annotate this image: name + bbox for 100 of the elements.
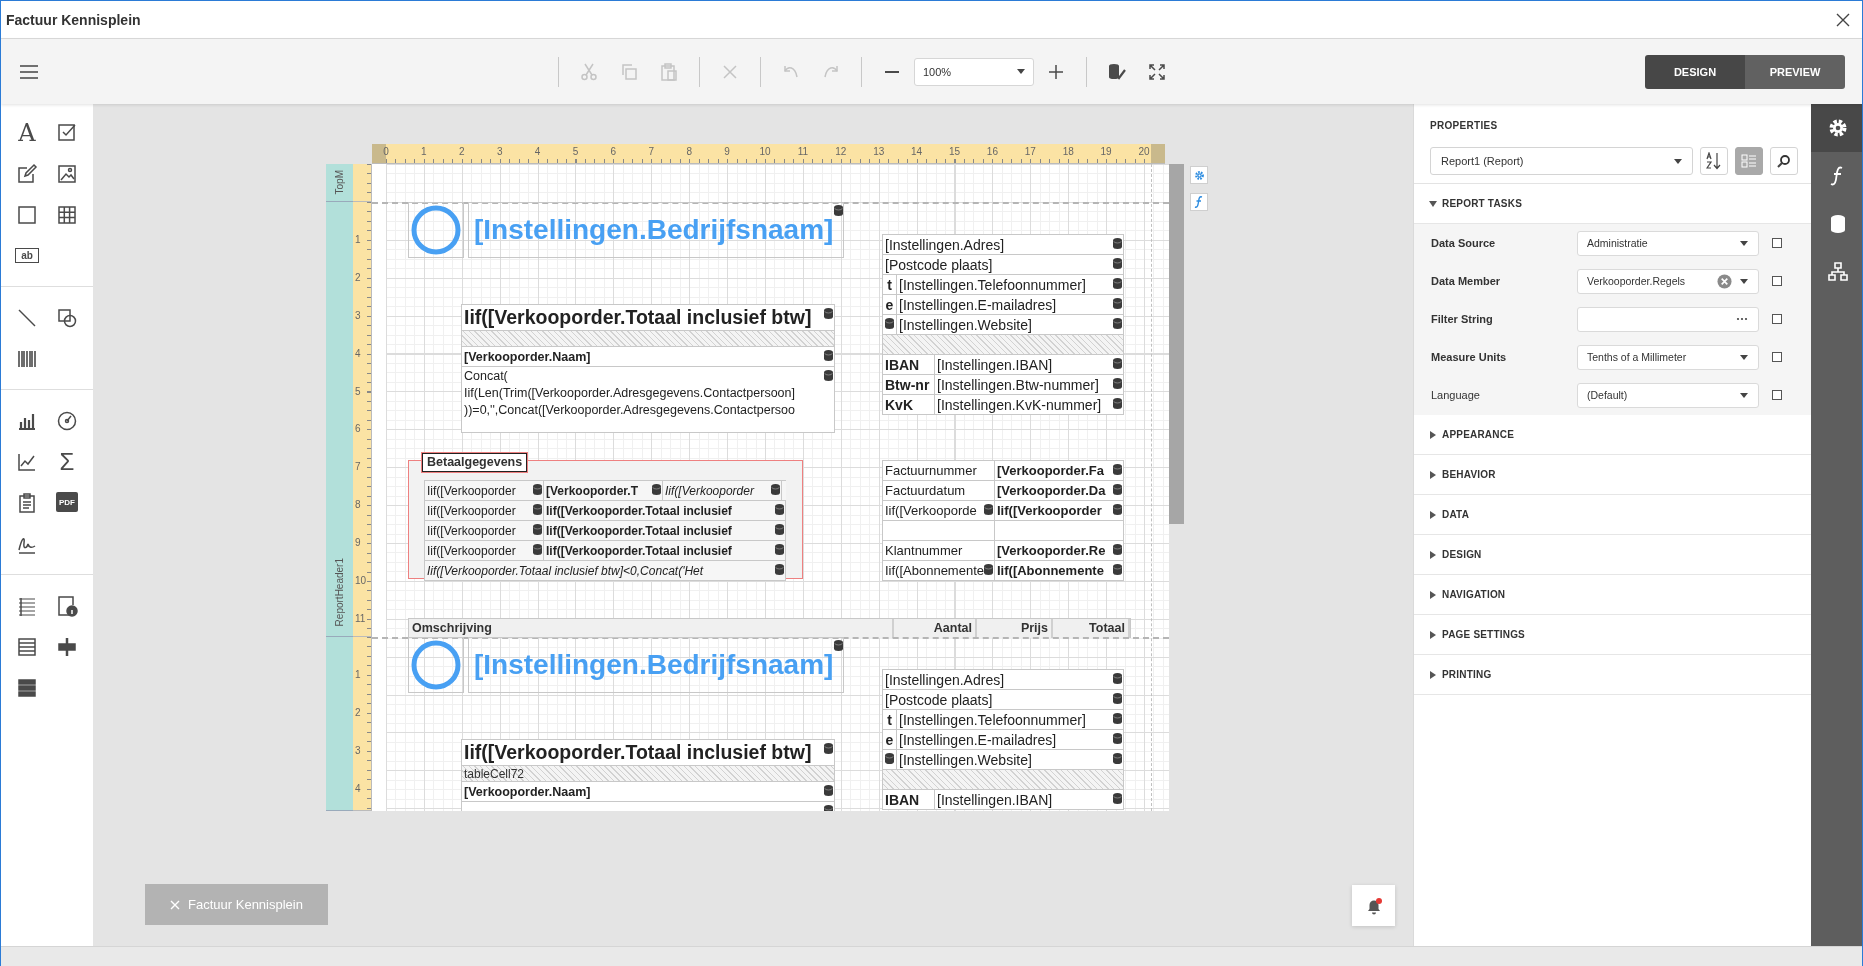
cell-text: Btw-nr [885, 376, 930, 393]
cell-text: [Instellingen.Website] [899, 751, 1032, 768]
caret-icon [1740, 240, 1748, 246]
dropdown-field[interactable]: Tenths of a Millimeter [1577, 344, 1759, 370]
cell-text: Iif([Verkooporder [427, 503, 516, 518]
ruler-number: 11 [355, 612, 366, 625]
cell-text: e [885, 296, 894, 313]
cell-text: Iif([Verkooporder.Totaal inclusief btw]<0,Concat('Het [427, 563, 704, 578]
side-tab[interactable] [1811, 104, 1862, 152]
rows-icon [16, 635, 38, 658]
property-label: Data Member [1431, 275, 1502, 287]
cell-text: Iif([Verkooporde [885, 503, 977, 518]
checkbox[interactable] [1772, 276, 1782, 286]
triangle-right-icon [1429, 630, 1437, 639]
ruler-number: 12 [834, 146, 848, 157]
ruler-number: 16 [985, 146, 999, 157]
zoom-dropdown[interactable]: 100% [914, 57, 1034, 86]
text-field[interactable] [1577, 306, 1759, 332]
summary-tool[interactable]: Σ [47, 441, 87, 482]
ruler-number: 3 [495, 146, 504, 157]
label-tool[interactable]: A [7, 112, 47, 153]
ruler-number: 15 [947, 146, 962, 157]
checkbox[interactable] [1772, 390, 1782, 400]
cell-text: Klantnummer [885, 543, 963, 558]
column-header: Prijs [977, 619, 1053, 638]
cell-text: t [887, 276, 892, 293]
caret-icon [1740, 392, 1748, 398]
window-title: Factuur Kennisplein [6, 11, 141, 28]
cell-text: Iif([Verkooporder [997, 503, 1102, 518]
ruler-number: 9 [355, 537, 361, 550]
object-dropdown[interactable]: Report1 (Report) [1430, 147, 1693, 175]
triangle-right-icon [1429, 550, 1437, 559]
title-label: [Instellingen.Bedrijfsnaam] [474, 214, 834, 246]
category-header[interactable]: DESIGN [1414, 535, 1811, 575]
settings-button[interactable] [1190, 166, 1208, 184]
category-header[interactable]: DATA [1414, 495, 1811, 535]
cell-text: KvK [885, 396, 913, 413]
cell-text: [Instellingen.IBAN] [937, 356, 1053, 373]
caret-icon [1674, 158, 1682, 164]
cell-text: Iif([Abonnemente [885, 563, 984, 578]
cell-text: [Instellingen.Adres] [885, 236, 1005, 253]
shapes-icon [56, 306, 78, 329]
ruler-number: 7 [355, 461, 361, 474]
comb-tool[interactable]: ab [15, 248, 39, 263]
cell-text: Iif([Abonnemente [997, 563, 1104, 578]
ruler-number: 5 [355, 385, 361, 398]
clipboard-icon [659, 61, 679, 82]
cell-text: Iif([Verkooporder.Totaal inclusief [546, 503, 732, 518]
cell-text: [Instellingen.KvK-nummer] [937, 396, 1102, 413]
triangle-right-icon [1429, 470, 1437, 479]
cell-text: [Verkooporder.Naam] [464, 784, 591, 799]
gauge-icon [56, 409, 78, 432]
category-header[interactable]: APPEARANCE [1414, 415, 1811, 455]
cell-text: Iif([Verkooporder [427, 543, 516, 558]
dropdown-field[interactable]: Administratie [1577, 230, 1759, 256]
dropdown-field[interactable]: (Default) [1577, 382, 1759, 408]
ruler-number: 7 [647, 146, 656, 157]
minus-icon [885, 70, 899, 73]
clear-icon [1717, 273, 1732, 289]
category-header[interactable]: BEHAVIOR [1414, 455, 1811, 495]
database-check-icon [1107, 61, 1127, 82]
ruler-number: 6 [355, 423, 361, 436]
category-header[interactable]: PRINTING [1414, 655, 1811, 695]
cell-text: [Verkooporder.Da [997, 483, 1106, 498]
dropdown-field[interactable]: Verkooporder.Regels [1577, 268, 1759, 294]
scrollbar-thumb[interactable] [1169, 164, 1184, 524]
ruler-number: 0 [382, 146, 390, 157]
category-header[interactable]: NAVIGATION [1414, 575, 1811, 615]
mode-tab[interactable]: PREVIEW [1745, 54, 1845, 89]
notifications-button[interactable] [1352, 885, 1395, 926]
category-header[interactable]: PAGE SETTINGS [1414, 615, 1811, 655]
stacked-bands-icon [16, 676, 38, 699]
ruler-number: 5 [571, 146, 580, 157]
triangle-right-icon [1429, 430, 1437, 439]
ruler-number: 11 [796, 146, 810, 157]
column-header: Omschrijving [409, 619, 894, 638]
expression-button[interactable] [1190, 193, 1208, 211]
ruler-number: 1 [355, 668, 361, 681]
clipboard-icon [16, 491, 38, 514]
gear-icon [1193, 169, 1205, 181]
pdf-tool[interactable]: PDF [56, 492, 78, 512]
ruler-number: 3 [355, 744, 361, 757]
mode-tab[interactable]: DESIGN [1645, 54, 1745, 89]
checkbox[interactable] [1772, 238, 1782, 248]
cell-text: IBAN [885, 791, 920, 808]
cell-text: [Verkooporder.Re [997, 543, 1106, 558]
cell-text: e [885, 731, 894, 748]
scissors-icon [579, 61, 599, 82]
sort-button[interactable] [1700, 147, 1728, 175]
ruler-number: 8 [685, 146, 693, 157]
ruler-number: 18 [1061, 146, 1075, 157]
ruler-number: 8 [355, 499, 361, 512]
checkbox[interactable] [1772, 352, 1782, 362]
menu-icon [20, 64, 38, 79]
search-button[interactable] [1770, 147, 1798, 175]
checkbox[interactable] [1772, 314, 1782, 324]
ruler-number: 4 [355, 782, 361, 795]
triangle-right-icon [1429, 590, 1437, 599]
close-icon [1836, 12, 1850, 27]
sort-az-icon [1706, 152, 1722, 170]
